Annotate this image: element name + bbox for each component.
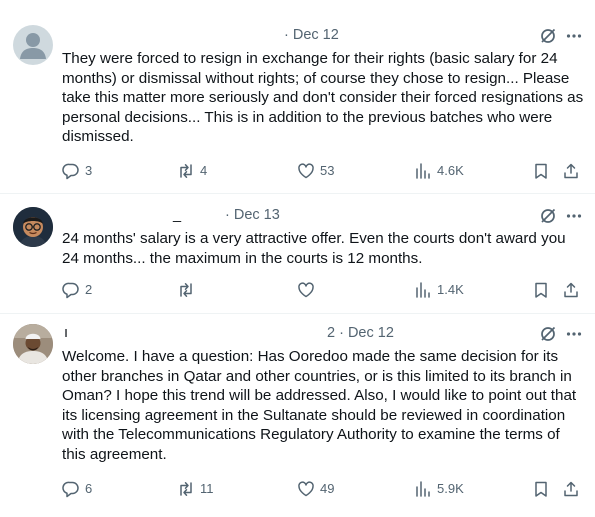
- bookmark-button[interactable]: [532, 161, 550, 181]
- share-button[interactable]: [562, 280, 580, 300]
- author-name[interactable]: _: [173, 207, 181, 223]
- repost-button[interactable]: [177, 280, 200, 300]
- reply-icon: [62, 163, 79, 180]
- repost-icon: [180, 482, 192, 496]
- grok-icon[interactable]: [539, 27, 557, 45]
- profile-photo-avatar[interactable]: [13, 324, 53, 364]
- share-button[interactable]: [562, 161, 580, 181]
- bookmark-icon: [535, 481, 547, 497]
- share-icon: [564, 163, 578, 179]
- tweet-date[interactable]: · Dec 12: [284, 27, 339, 43]
- reply-count: 2: [85, 282, 93, 297]
- tweet-date[interactable]: · Dec 13: [225, 207, 280, 223]
- reply-count: 6: [85, 481, 93, 496]
- heart-icon: [298, 163, 314, 179]
- tweet-text: 24 months' salary is a very attractive o…: [62, 230, 566, 267]
- reply-icon: [62, 282, 79, 299]
- bookmark-icon: [535, 282, 547, 298]
- views-button[interactable]: 5.9K: [414, 479, 464, 499]
- tweet-text: They were forced to resign in exchange f…: [62, 50, 584, 146]
- tweet-date[interactable]: 2 · Dec 12: [327, 325, 394, 341]
- heart-icon: [298, 481, 314, 497]
- more-options-icon[interactable]: [565, 27, 583, 45]
- reply-icon: [62, 481, 79, 498]
- like-count: 49: [320, 481, 335, 496]
- views-button[interactable]: 4.6K: [414, 161, 464, 181]
- like-count: 53: [320, 163, 335, 178]
- grok-icon[interactable]: [539, 207, 557, 225]
- tweet-divider: [0, 313, 595, 314]
- share-button[interactable]: [562, 479, 580, 499]
- share-icon: [564, 282, 578, 298]
- analytics-icon: [416, 282, 430, 298]
- more-options-icon[interactable]: [565, 325, 583, 343]
- repost-button[interactable]: 4: [177, 161, 207, 181]
- like-button[interactable]: 53: [297, 161, 334, 181]
- bookmark-button[interactable]: [532, 479, 550, 499]
- repost-count: 4: [200, 163, 208, 178]
- reply-button[interactable]: 2: [62, 280, 92, 300]
- default-avatar[interactable]: [13, 25, 53, 65]
- view-count: 5.9K: [437, 481, 464, 496]
- tweet-divider: [0, 193, 595, 194]
- share-icon: [564, 481, 578, 497]
- more-options-icon[interactable]: [565, 207, 583, 225]
- tweet-text: Welcome. I have a question: Has Ooredoo …: [62, 348, 577, 463]
- reply-button[interactable]: 6: [62, 479, 92, 499]
- views-button[interactable]: 1.4K: [414, 280, 464, 300]
- repost-icon: [180, 283, 192, 297]
- grok-icon[interactable]: [539, 325, 557, 343]
- analytics-icon: [416, 481, 430, 497]
- bookmark-icon: [535, 163, 547, 179]
- repost-count: 11: [200, 481, 214, 496]
- analytics-icon: [416, 163, 430, 179]
- reply-count: 3: [85, 163, 93, 178]
- view-count: 1.4K: [437, 282, 464, 297]
- author-name[interactable]: ı: [64, 325, 68, 341]
- view-count: 4.6K: [437, 163, 464, 178]
- heart-icon: [298, 282, 314, 298]
- repost-button[interactable]: 11: [177, 479, 214, 499]
- memoji-avatar[interactable]: [13, 207, 53, 247]
- like-button[interactable]: 49: [297, 479, 334, 499]
- repost-icon: [180, 164, 192, 178]
- like-button[interactable]: [297, 280, 320, 300]
- bookmark-button[interactable]: [532, 280, 550, 300]
- reply-button[interactable]: 3: [62, 161, 92, 181]
